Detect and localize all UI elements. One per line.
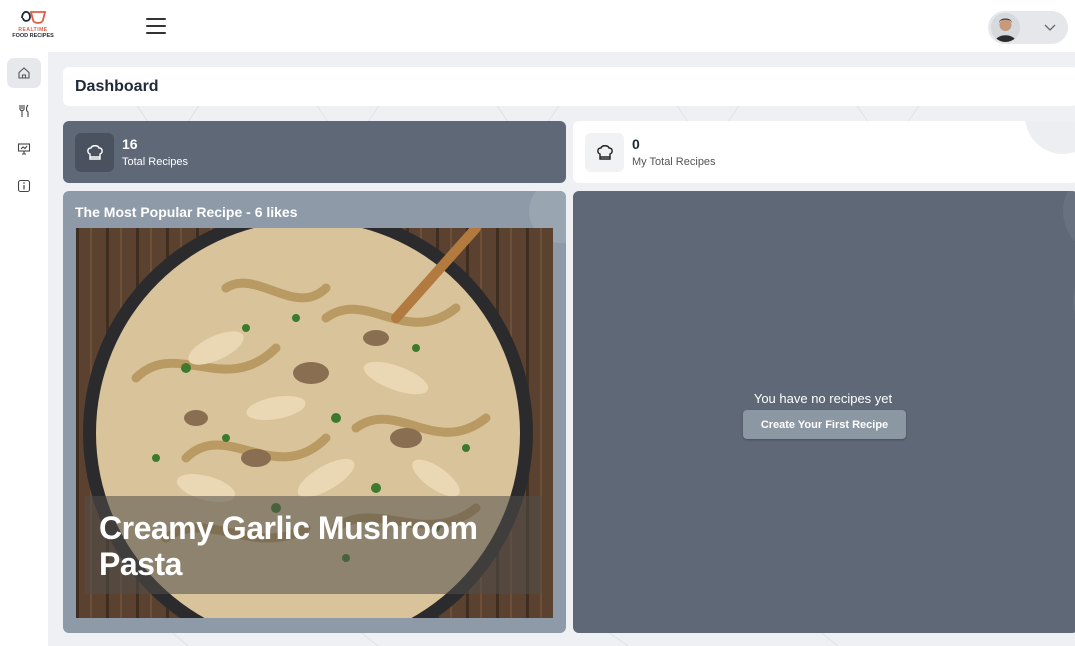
decorative-circle [1025, 121, 1075, 154]
stat-card-my-total-recipes: 0 My Total Recipes [573, 121, 1075, 183]
app-logo[interactable]: REALTIME FOOD RECIPES [4, 8, 62, 46]
top-bar: REALTIME FOOD RECIPES [0, 0, 1075, 52]
sidebar-item-presentation[interactable] [7, 134, 41, 164]
sidebar-item-recipes[interactable] [7, 96, 41, 126]
avatar [991, 13, 1020, 42]
hamburger-menu-icon[interactable] [146, 18, 166, 34]
recipe-caption-overlay: Creamy Garlic Mushroom Pasta [85, 496, 542, 594]
chef-hat-icon [585, 133, 624, 172]
presentation-icon [17, 143, 31, 155]
stat-label: My Total Recipes [632, 156, 716, 168]
home-icon [18, 67, 30, 79]
info-icon [17, 179, 31, 193]
recipe-image[interactable]: Creamy Garlic Mushroom Pasta [76, 228, 553, 618]
my-recipes-card: You have no recipes yet Create Your Firs… [573, 191, 1075, 633]
chevron-down-icon [1044, 24, 1056, 31]
stat-value: 0 [632, 136, 640, 152]
stat-label: Total Recipes [122, 156, 189, 168]
recipe-name: Creamy Garlic Mushroom Pasta [99, 510, 478, 582]
popular-recipe-card[interactable]: The Most Popular Recipe - 6 likes Creamy… [63, 191, 566, 633]
fork-knife-icon [19, 104, 29, 117]
stat-value: 16 [122, 136, 138, 152]
profile-menu-button[interactable] [988, 11, 1068, 44]
empty-state-message: You have no recipes yet [753, 391, 893, 406]
sidebar-item-info[interactable] [7, 171, 41, 201]
page-title: Dashboard [75, 78, 159, 95]
chef-hat-icon [75, 133, 114, 172]
logo-line-2: FOOD RECIPES [12, 33, 54, 39]
sidebar [0, 52, 48, 646]
popular-recipe-title: The Most Popular Recipe - 6 likes [75, 204, 298, 220]
create-first-recipe-button[interactable]: Create Your First Recipe [743, 410, 906, 439]
decorative-circle [1063, 191, 1075, 315]
logo-icon [21, 10, 47, 24]
sidebar-item-home[interactable] [7, 58, 41, 88]
stat-card-total-recipes: 16 Total Recipes [63, 121, 566, 183]
main-content: Dashboard 16 Total Recipes 0 My Total Re… [48, 52, 1075, 646]
page-header-card: Dashboard [63, 67, 1075, 106]
